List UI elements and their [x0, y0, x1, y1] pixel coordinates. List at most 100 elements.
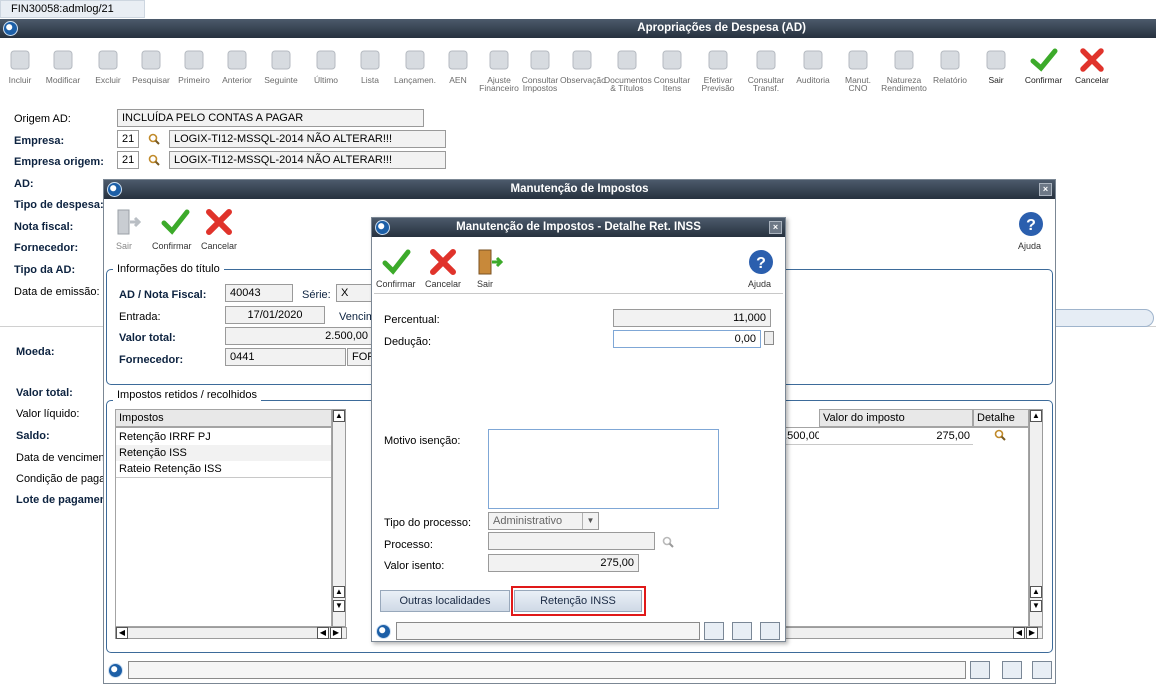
impostos-confirm-icon[interactable] [160, 208, 190, 236]
valor-liquido-label: Valor líquido: [16, 408, 80, 420]
last-icon [316, 50, 336, 70]
detalhe-window: Manutenção de Impostos - Detalhe Ret. IN… [371, 217, 786, 642]
toolbar-cno-button[interactable]: Manut. CNO [836, 38, 880, 100]
toolbar-transfer-button[interactable]: Consultar Transf. [742, 38, 790, 100]
hscroll-left-icon[interactable]: ◀ [116, 627, 128, 639]
impostos-grid-scrollbar[interactable]: ▲ ▲ ▼ [332, 409, 346, 627]
toolbar-entries-button[interactable]: Lançamen. [392, 38, 438, 100]
toolbar-next-button[interactable]: Seguinte [258, 38, 304, 100]
impostos-grid-hscroll[interactable]: ◀ ◀ ▶ [115, 627, 347, 639]
toolbar-edit-button[interactable]: Modificar [40, 38, 86, 100]
detalhe-header[interactable]: Detalhe [973, 409, 1029, 427]
right-grid-hscroll[interactable]: ◀ ▶ [774, 627, 1043, 639]
valor-imposto-header[interactable]: Valor do imposto [819, 409, 973, 427]
detalhe-status-edit-icon[interactable] [732, 622, 752, 640]
trash-icon [98, 50, 118, 70]
toolbar-audit-button[interactable]: Auditoria [790, 38, 836, 100]
detalhe-status-chat-icon[interactable] [760, 622, 780, 640]
scroll-down-icon[interactable]: ▼ [333, 600, 345, 612]
impostos-close-icon[interactable]: × [1039, 183, 1052, 196]
impostos-status-edit-icon[interactable] [1002, 661, 1022, 679]
empresa-origem-code-field[interactable]: 21 [117, 151, 139, 169]
scroll-up-icon[interactable]: ▲ [333, 410, 345, 422]
grid-row-iss[interactable]: Retenção ISS [116, 445, 331, 462]
empresa-search-icon[interactable] [148, 133, 160, 145]
calculator-icon[interactable] [764, 331, 774, 345]
main-window-titlebar: Apropriações de Despesa (AD) [0, 19, 1156, 38]
impostos-grid-header[interactable]: Impostos [115, 409, 332, 427]
detalhe-help-icon[interactable]: ? [746, 248, 776, 276]
svg-text:?: ? [756, 255, 766, 272]
toolbar-cancel-button[interactable]: Cancelar [1067, 38, 1117, 100]
toolbar-previous-button[interactable]: Anterior [216, 38, 258, 100]
empresa-origem-name-field: LOGIX-TI12-MSSQL-2014 NÃO ALTERAR!!! [169, 151, 446, 169]
entrada-field: 17/01/2020 [225, 306, 325, 324]
right-grid-scrollbar[interactable]: ▲ ▲ ▼ [1029, 409, 1043, 627]
tipo-processo-select[interactable]: Administrativo ▼ [488, 512, 599, 530]
detalhe-search-icon[interactable] [994, 429, 1006, 441]
toolbar-add-button[interactable]: Incluir [0, 38, 40, 100]
valor-total-titulo-label: Valor total: [119, 332, 176, 344]
module-tab[interactable]: FIN30058:admlog/21 [0, 0, 145, 18]
detalhe-confirm-icon[interactable] [381, 248, 411, 276]
items-icon [662, 50, 682, 70]
impostos-status-resize-icon[interactable] [970, 661, 990, 679]
outras-localidades-button[interactable]: Outras localidades [380, 590, 510, 612]
right-scroll-up-icon[interactable]: ▲ [1030, 410, 1042, 422]
toolbar-last-button[interactable]: Último [304, 38, 348, 100]
deducao-field[interactable]: 0,00 [613, 330, 761, 348]
detalhe-divider [374, 293, 783, 294]
toolbar-forecast-button[interactable]: Efetivar Previsão [694, 38, 742, 100]
highlight-box [511, 586, 646, 616]
processo-label: Processo: [384, 539, 433, 551]
processo-search-icon[interactable] [662, 536, 674, 548]
toolbar-trash-button[interactable]: Excluir [86, 38, 130, 100]
lote-label: Lote de pagamento [16, 494, 117, 506]
detalhe-status-resize-icon[interactable] [704, 622, 724, 640]
grid-row-rateio-iss[interactable]: Rateio Retenção ISS [116, 461, 331, 478]
motivo-textarea[interactable] [488, 429, 719, 509]
right-scroll-down-icon[interactable]: ▼ [1030, 600, 1042, 612]
toolbar-taxes-button[interactable]: Consultar Impostos [520, 38, 560, 100]
toolbar-printer-button[interactable]: Relatório [928, 38, 972, 100]
empresa-origem-search-icon[interactable] [148, 154, 160, 166]
detalhe-exit-icon[interactable] [474, 248, 504, 276]
impostos-cancel-icon[interactable] [204, 208, 234, 236]
hscroll-right-icon[interactable]: ▶ [330, 627, 342, 639]
toolbar-note-button[interactable]: Observação [560, 38, 606, 100]
right-scroll-up-icon-2[interactable]: ▲ [1030, 586, 1042, 598]
impostos-exit-icon[interactable] [112, 208, 142, 236]
impostos-status-chat-icon[interactable] [1032, 661, 1052, 679]
serie-field: X [336, 284, 372, 302]
toolbar-items-button[interactable]: Consultar Itens [650, 38, 694, 100]
toolbar-exit-button[interactable]: Sair [972, 38, 1020, 100]
toolbar-label: Natureza Rendimento [881, 75, 927, 93]
toolbar-aen-button[interactable]: AEN [438, 38, 478, 100]
right-hscroll-right-icon[interactable]: ▶ [1026, 627, 1038, 639]
toolbar-nature-button[interactable]: Natureza Rendimento [880, 38, 928, 100]
add-icon [10, 50, 30, 70]
toolbar-list-button[interactable]: Lista [348, 38, 392, 100]
valor-total-label: Valor total: [16, 387, 73, 399]
hscroll-left-icon-2[interactable]: ◀ [317, 627, 329, 639]
chevron-down-icon[interactable]: ▼ [582, 513, 598, 529]
documents-icon [617, 50, 637, 70]
right-hscroll-left-icon[interactable]: ◀ [1013, 627, 1025, 639]
empresa-name-field: LOGIX-TI12-MSSQL-2014 NÃO ALTERAR!!! [169, 130, 446, 148]
toolbar-first-button[interactable]: Primeiro [172, 38, 216, 100]
toolbar-label: Lançamen. [393, 75, 437, 85]
toolbar-label: Pesquisar [132, 75, 170, 85]
impostos-help-icon[interactable]: ? [1016, 210, 1046, 238]
scroll-up-icon-2[interactable]: ▲ [333, 586, 345, 598]
right-grid-valor: 275,00 [819, 428, 973, 445]
grid-row-irrf[interactable]: Retenção IRRF PJ [116, 429, 331, 446]
detalhe-cancel-icon[interactable] [428, 248, 458, 276]
empresa-code-field[interactable]: 21 [117, 130, 139, 148]
moeda-label: Moeda: [16, 346, 55, 358]
toolbar-search-button[interactable]: Pesquisar [130, 38, 172, 100]
detalhe-close-icon[interactable]: × [769, 221, 782, 234]
toolbar-check-button[interactable]: Confirmar [1020, 38, 1067, 100]
toolbar-adjust-button[interactable]: Ajuste Financeiro [478, 38, 520, 100]
toolbar-label: Incluir [8, 75, 32, 85]
toolbar-documents-button[interactable]: Documentos & Títulos [604, 38, 652, 100]
